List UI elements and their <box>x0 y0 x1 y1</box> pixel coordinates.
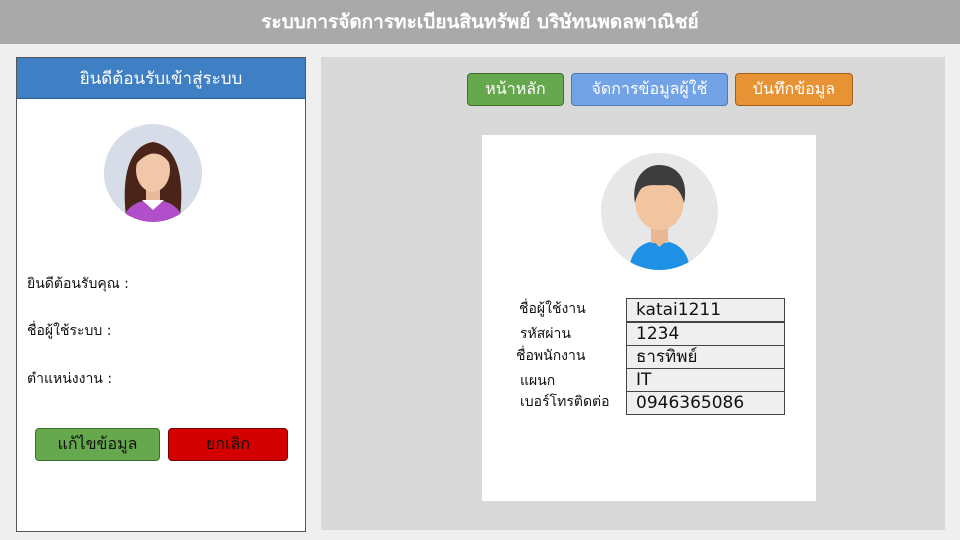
username-label: ชื่อผู้ใช้ระบบ : <box>27 323 112 339</box>
manage-users-button-label: จัดการข้อมูลผู้ใช้ <box>591 79 708 98</box>
save-button[interactable]: บันทึกข้อมูล <box>735 73 853 106</box>
manage-users-button[interactable]: จัดการข้อมูลผู้ใช้ <box>571 73 728 106</box>
password-field[interactable]: 1234 <box>626 322 785 346</box>
main-panel: หน้าหลัก จัดการข้อมูลผู้ใช้ บันทึกข้อมูล… <box>321 57 945 530</box>
sidebar-header-text: ยินดีต้อนรับเข้าสู่ระบบ <box>79 68 243 89</box>
welcome-label: ยินดีต้อนรับคุณ : <box>27 276 129 292</box>
save-button-label: บันทึกข้อมูล <box>752 79 836 98</box>
password-field-label: รหัสผ่าน <box>520 326 571 342</box>
username-field-label: ชื่อผู้ใช้งาน <box>519 301 586 317</box>
position-label: ตำแหน่งงาน : <box>27 371 113 387</box>
male-user-avatar-icon <box>601 153 718 270</box>
cancel-button-label: ยกเลิก <box>205 434 251 453</box>
edit-profile-button[interactable]: แก้ไขข้อมูล <box>35 428 160 461</box>
home-button[interactable]: หน้าหลัก <box>467 73 564 106</box>
edit-profile-button-label: แก้ไขข้อมูล <box>57 434 138 453</box>
employee-name-field[interactable]: ธารทิพย์ <box>626 345 785 369</box>
sidebar-header: ยินดีต้อนรับเข้าสู่ระบบ <box>17 58 305 99</box>
username-field[interactable]: katai1211 <box>626 298 785 322</box>
employee-name-field-label: ชื่อพนักงาน <box>516 348 586 364</box>
cancel-button[interactable]: ยกเลิก <box>168 428 288 461</box>
profile-card: ชื่อผู้ใช้งาน katai1211 รหัสผ่าน 1234 ชื… <box>482 135 816 501</box>
phone-field-label: เบอร์โทรติดต่อ <box>520 394 610 410</box>
app-title-bar: ระบบการจัดการทะเบียนสินทรัพย์ บริษัทนพดล… <box>0 0 960 44</box>
department-field-label: แผนก <box>520 373 556 389</box>
sidebar-panel: ยินดีต้อนรับเข้าสู่ระบบ ยินดีต้อนรับคุณ … <box>16 57 306 532</box>
phone-field[interactable]: 0946365086 <box>626 391 785 415</box>
female-user-avatar-icon <box>104 124 202 222</box>
department-field[interactable]: IT <box>626 368 785 392</box>
app-title: ระบบการจัดการทะเบียนสินทรัพย์ บริษัทนพดล… <box>261 11 699 33</box>
home-button-label: หน้าหลัก <box>485 79 546 98</box>
